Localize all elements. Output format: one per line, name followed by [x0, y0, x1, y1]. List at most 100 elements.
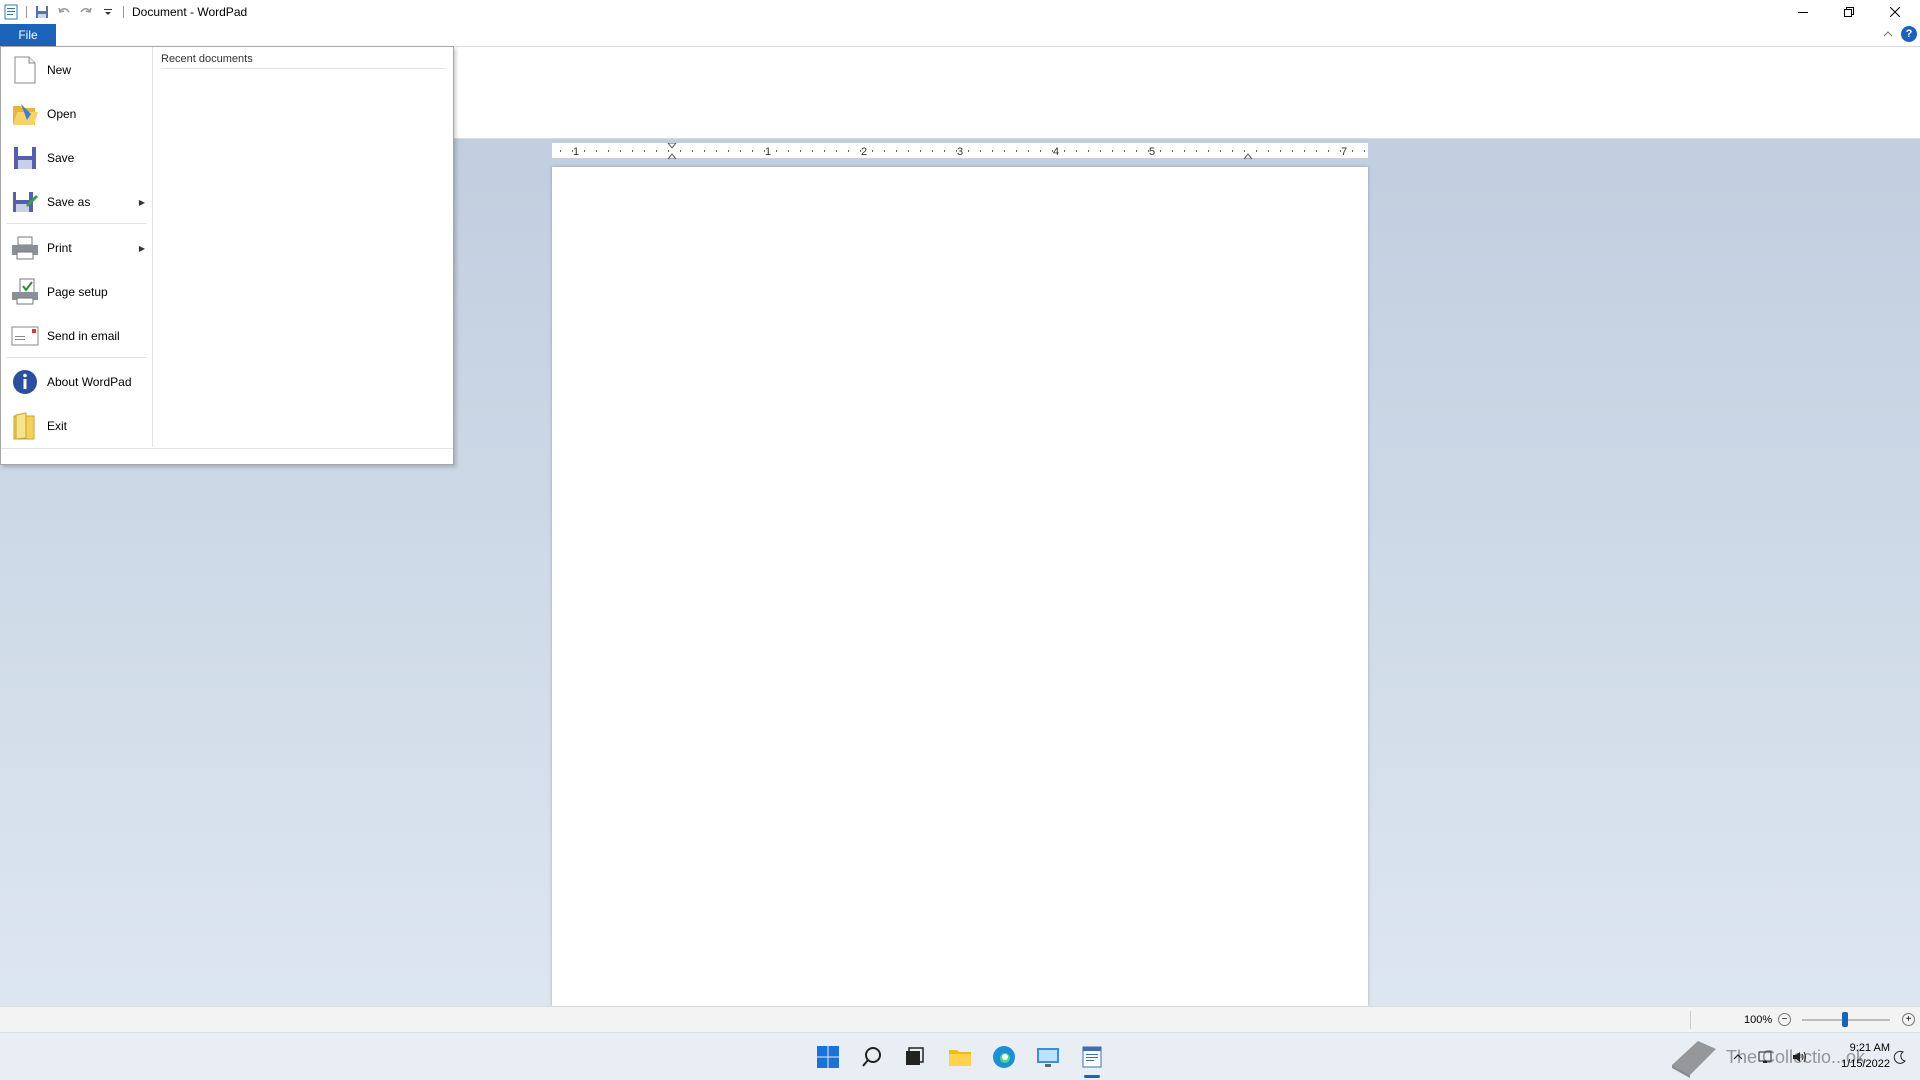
menu-separator	[7, 357, 147, 358]
active-app-indicator	[1084, 1075, 1100, 1078]
ruler-tick	[1124, 150, 1125, 152]
ruler-tick	[620, 150, 621, 152]
title-bar: Document - WordPad	[0, 0, 1920, 23]
close-button[interactable]	[1872, 0, 1918, 23]
wordpad-app-icon[interactable]	[0, 1, 22, 23]
menu-item-exit[interactable]: Exit	[1, 406, 153, 446]
ruler-tick	[1292, 150, 1293, 152]
ruler-tick	[1256, 150, 1257, 152]
ruler-tick	[1004, 150, 1005, 152]
chevron-up-icon[interactable]	[1728, 1041, 1748, 1073]
indent-marker[interactable]	[1242, 153, 1254, 160]
menu-item-about[interactable]: About WordPad	[1, 362, 153, 402]
ruler-tick	[692, 150, 693, 152]
exit-icon	[9, 410, 41, 442]
plus-icon: +	[1905, 1013, 1912, 1025]
ruler-label: 5	[1149, 146, 1155, 158]
menu-item-label: Exit	[47, 419, 68, 433]
clock-date: 1/15/2022	[1841, 1058, 1890, 1070]
menu-item-save-as[interactable]: Save as ▶	[1, 182, 153, 222]
ruler-tick	[980, 150, 981, 152]
network-icon[interactable]	[1756, 1041, 1776, 1073]
zoom-out-button[interactable]: −	[1778, 1013, 1791, 1026]
menu-item-label: About WordPad	[47, 375, 132, 389]
customize-qat-icon[interactable]	[97, 1, 119, 23]
close-icon	[1890, 6, 1900, 17]
menu-item-page-setup[interactable]: Page setup	[1, 272, 153, 312]
ruler-tick	[944, 150, 945, 152]
undo-icon[interactable]	[53, 1, 75, 23]
zoom-slider-thumb[interactable]	[1842, 1012, 1848, 1027]
clock[interactable]: 9:21 AM 1/15/2022	[1830, 1040, 1890, 1072]
menu-item-label: New	[47, 63, 72, 77]
ruler-tick	[596, 150, 597, 152]
menu-item-send-in-email[interactable]: Send in email	[1, 316, 153, 356]
ruler-tick	[884, 150, 885, 152]
search-icon[interactable]	[856, 1041, 888, 1073]
ruler-tick	[1172, 150, 1173, 152]
control-panel-icon[interactable]	[1032, 1041, 1064, 1073]
file-menu: New Open Save Save as ▶ Print ▶ Page set…	[0, 46, 454, 465]
qat-separator	[26, 5, 27, 18]
ruler-tick	[632, 150, 633, 152]
restore-button[interactable]	[1826, 0, 1872, 23]
ruler-label: 3	[957, 146, 963, 158]
ruler-tick	[968, 150, 969, 152]
ruler-tick	[800, 150, 801, 152]
wordpad-taskbar-icon[interactable]	[1076, 1041, 1108, 1073]
ruler-tick	[1040, 150, 1041, 152]
menu-item-new[interactable]: New	[1, 50, 153, 90]
ruler-tick	[1016, 150, 1017, 152]
minus-icon: −	[1781, 1013, 1788, 1025]
chevron-up-icon[interactable]	[1882, 28, 1894, 40]
recent-documents-header: Recent documents	[161, 51, 445, 69]
help-icon[interactable]: ?	[1901, 26, 1917, 42]
book-icon	[1672, 1041, 1716, 1078]
ruler-tick	[836, 150, 837, 152]
notification-icon[interactable]	[1890, 1041, 1910, 1073]
printer-icon	[9, 232, 41, 264]
ruler-label: 1	[765, 146, 771, 158]
zoom-level[interactable]: 100%	[1744, 1014, 1772, 1026]
document-page[interactable]	[552, 167, 1368, 1006]
ruler-tick	[896, 150, 897, 152]
ruler-tick	[1232, 150, 1233, 152]
menu-item-print[interactable]: Print ▶	[1, 228, 153, 268]
redo-icon[interactable]	[75, 1, 97, 23]
file-menu-footer	[1, 448, 453, 464]
ruler-tick	[752, 150, 753, 152]
menu-item-label: Save as	[47, 195, 91, 209]
minimize-button[interactable]	[1780, 0, 1826, 23]
ruler-tick	[1328, 150, 1329, 152]
ruler-tick	[656, 150, 657, 152]
volume-icon[interactable]	[1790, 1041, 1810, 1073]
file-explorer-icon[interactable]	[944, 1041, 976, 1073]
menu-item-open[interactable]: Open	[1, 94, 153, 134]
windows-start-icon[interactable]	[812, 1041, 844, 1073]
submenu-arrow-icon: ▶	[138, 243, 145, 253]
status-divider	[1690, 1011, 1691, 1029]
save-icon[interactable]	[31, 1, 53, 23]
ruler[interactable]: 1 1 2 3 4 5 7	[552, 142, 1368, 160]
file-tab[interactable]: File	[0, 24, 56, 46]
ruler-tick	[704, 150, 705, 152]
email-icon	[9, 320, 41, 352]
recent-documents-panel: Recent documents	[153, 47, 453, 447]
indent-marker[interactable]	[666, 153, 678, 160]
ruler-tick	[1208, 150, 1209, 152]
first-line-indent-marker[interactable]	[666, 142, 678, 149]
ruler-tick	[1220, 150, 1221, 152]
menu-item-save[interactable]: Save	[1, 138, 153, 178]
task-view-icon[interactable]	[898, 1041, 930, 1073]
file-menu-commands: New Open Save Save as ▶ Print ▶ Page set…	[1, 47, 153, 447]
zoom-in-button[interactable]: +	[1902, 1013, 1915, 1026]
ruler-tick	[1112, 150, 1113, 152]
edge-icon[interactable]	[988, 1041, 1020, 1073]
ruler-tick	[788, 150, 789, 152]
clock-time: 9:21 AM	[1849, 1042, 1890, 1054]
ruler-tick	[740, 150, 741, 152]
ruler-tick	[608, 150, 609, 152]
ruler-tick	[1352, 150, 1353, 152]
ruler-tick	[848, 150, 849, 152]
ruler-tick	[992, 150, 993, 152]
